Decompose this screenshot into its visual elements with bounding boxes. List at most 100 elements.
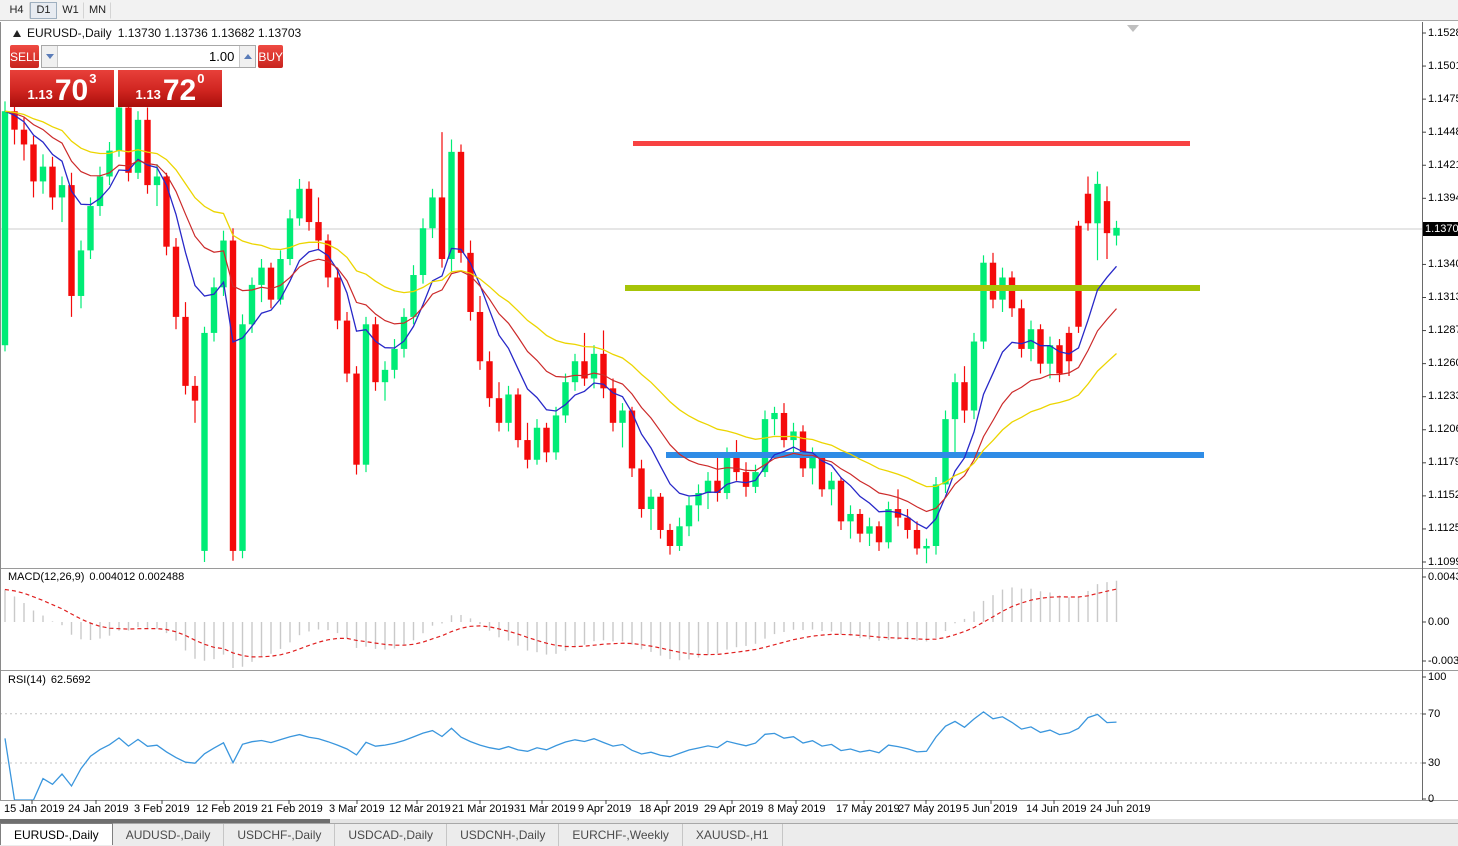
candle-body <box>248 284 256 325</box>
candle-body <box>172 246 180 317</box>
candle-body <box>201 332 208 551</box>
candle-body <box>552 415 560 453</box>
candle-body <box>666 529 674 546</box>
candle-body <box>372 324 379 383</box>
candle-body <box>30 144 37 182</box>
candle-body <box>343 320 351 374</box>
chart-canvas <box>0 22 1458 804</box>
candle-body <box>334 277 341 321</box>
candle-body <box>20 129 28 145</box>
chart-tab-eurchf-weekly[interactable]: EURCHF-,Weekly <box>559 824 683 846</box>
candle-body <box>486 361 493 399</box>
candle-body <box>543 427 550 453</box>
chart-tabs-bar: EURUSD-,Daily AUDUSD-,Daily USDCHF-,Dail… <box>0 823 1458 846</box>
candle-body <box>1008 277 1016 309</box>
candle-body <box>676 526 683 546</box>
candle-body <box>913 529 921 549</box>
candle-body <box>837 480 845 522</box>
candle-body <box>410 275 417 317</box>
volume-input[interactable] <box>58 46 240 67</box>
ma-slow-line <box>4 110 1117 488</box>
candle-body <box>989 262 997 300</box>
candle-body <box>1046 345 1054 364</box>
trendline <box>666 452 1204 458</box>
timeframe-button-mn[interactable]: MN <box>84 1 112 19</box>
candle-body <box>847 513 854 522</box>
chart-tab-usdcad-daily[interactable]: USDCAD-,Daily <box>335 824 448 846</box>
candle-body <box>429 197 436 229</box>
timeframe-button-w1[interactable]: W1 <box>57 1 84 19</box>
buy-button[interactable]: BUY <box>258 45 284 68</box>
candle-body <box>467 252 474 312</box>
volume-stepper <box>41 45 257 68</box>
candle-body <box>723 456 731 494</box>
sell-price-button[interactable]: 1.13 70 3 <box>10 70 114 107</box>
candle-body <box>970 341 978 411</box>
sell-button[interactable]: SELL <box>10 45 40 68</box>
macd-values: 0.004012 0.002488 <box>89 571 185 583</box>
chart-tab-usdchf-daily[interactable]: USDCHF-,Daily <box>224 824 336 846</box>
candle-body <box>961 382 968 411</box>
candle-body <box>514 394 522 441</box>
macd-name: MACD(12,26,9) <box>8 571 85 583</box>
candle-body <box>932 484 940 546</box>
buy-price-button[interactable]: 1.13 72 0 <box>118 70 222 107</box>
window-state-icon <box>13 29 21 37</box>
candle-body <box>590 353 598 379</box>
candle-body <box>68 185 75 296</box>
volume-decrease-button[interactable] <box>42 46 59 67</box>
chart-tab-eurusd-daily[interactable]: EURUSD-,Daily <box>0 823 113 845</box>
sell-price-prefix: 1.13 <box>27 87 53 102</box>
bid-price-tag: 1.13703 <box>1423 222 1458 236</box>
chart-symbol-label: EURUSD-,Daily <box>27 26 112 40</box>
candle-body <box>220 240 227 288</box>
candle-body <box>799 431 807 469</box>
candle-body <box>362 324 370 465</box>
candle-body <box>1103 201 1111 234</box>
candle-body <box>533 427 541 460</box>
candle-body <box>562 382 569 416</box>
candle-body <box>305 188 313 223</box>
candle-body <box>524 440 531 460</box>
chart-tab-usdcnh-daily[interactable]: USDCNH-,Daily <box>447 824 560 846</box>
candle-body <box>391 348 398 370</box>
candle-body <box>381 369 389 383</box>
candle-body <box>286 218 294 260</box>
candle-body <box>134 119 142 173</box>
candle-body <box>856 513 864 534</box>
candle-body <box>49 166 56 198</box>
candle-body <box>96 176 104 207</box>
candle-body <box>267 267 275 300</box>
rsi-indicator-label: RSI(14) 62.5692 <box>8 674 96 686</box>
candle-body <box>571 361 579 383</box>
trendline <box>625 285 1200 291</box>
chart-ohlc-label: 1.13730 1.13736 1.13682 1.13703 <box>117 26 302 40</box>
candle-body <box>600 353 607 389</box>
candle-body <box>866 526 873 534</box>
ma-fast-line <box>4 110 1117 530</box>
candle-body <box>619 410 626 423</box>
timeframe-toolbar: H4 D1 W1 MN <box>0 0 1458 21</box>
candle-body <box>875 526 883 543</box>
one-click-trading-panel: SELL BUY 1.13 70 3 1.13 72 0 <box>10 45 284 107</box>
chart-tab-audusd-daily[interactable]: AUDUSD-,Daily <box>113 824 225 846</box>
volume-increase-button[interactable] <box>239 46 256 67</box>
candle-body <box>87 206 94 251</box>
candle-body <box>505 394 512 423</box>
chart-tab-xauusd-h1[interactable]: XAUUSD-,H1 <box>683 824 783 846</box>
candle-body <box>258 267 265 285</box>
candle-body <box>476 311 484 362</box>
candle-body <box>647 496 655 510</box>
timeframe-button-h4[interactable]: H4 <box>3 1 30 19</box>
timeframe-button-d1[interactable]: D1 <box>30 1 57 19</box>
sell-price-main: 70 <box>54 74 89 107</box>
chart-title: EURUSD-,Daily 1.13730 1.13736 1.13682 1.… <box>13 26 307 40</box>
ma-mid-line <box>4 110 1117 513</box>
buy-price-main: 72 <box>162 74 197 107</box>
candle-body <box>1075 225 1082 327</box>
candle-body <box>1056 345 1063 374</box>
candle-body <box>448 151 455 260</box>
candle-body <box>1094 183 1101 224</box>
chart-shift-marker-icon[interactable] <box>1127 25 1139 32</box>
candle-body <box>638 468 645 510</box>
